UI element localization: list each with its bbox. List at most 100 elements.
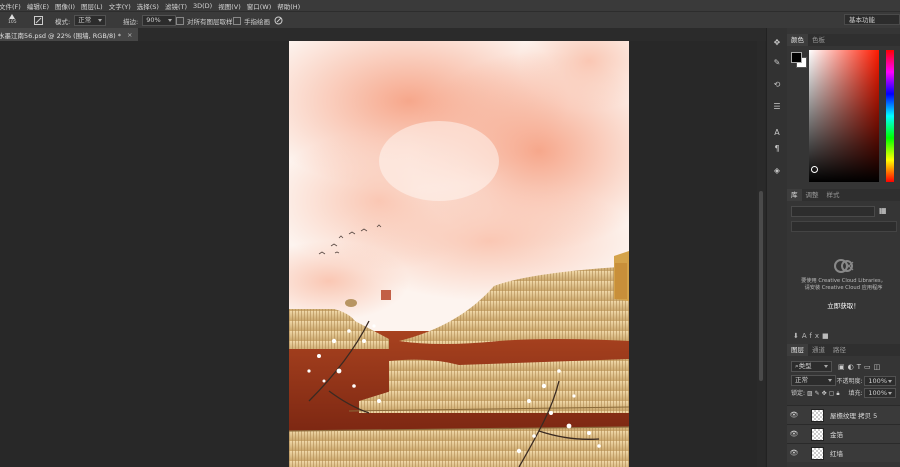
type-icon[interactable]: A	[771, 128, 783, 138]
document-tab-bar: 水墨江南56.psd @ 22% (围墙, RGB/8) * ×	[0, 28, 900, 41]
eye-icon[interactable]: 👁︎	[787, 449, 801, 457]
foreground-color-swatch[interactable]	[791, 52, 802, 63]
menu-window[interactable]: 窗口(W)	[245, 1, 272, 11]
menu-filter[interactable]: 滤镜(T)	[163, 1, 187, 11]
shape-filter-icon[interactable]: ▭	[864, 363, 874, 371]
menu-layer[interactable]: 图层(L)	[79, 1, 103, 11]
menu-select[interactable]: 选择(S)	[135, 1, 159, 11]
history-icon[interactable]: ⟲	[771, 80, 783, 90]
menu-bar: 文件(F) 编辑(E) 图像(I) 图层(L) 文字(Y) 选择(S) 滤镜(T…	[0, 0, 900, 11]
artwork	[289, 41, 629, 467]
grid-view-icon[interactable]: ▦	[879, 206, 888, 215]
libraries-message-line2: 请安装 Creative Cloud 应用程序	[804, 285, 883, 291]
libraries-panel-tabs: 库 调整 样式	[787, 189, 900, 201]
strength-input[interactable]: 90%	[142, 15, 176, 26]
opacity-input[interactable]: 100%	[864, 375, 896, 386]
creative-cloud-icon	[834, 259, 854, 273]
scroll-thumb[interactable]	[759, 191, 763, 381]
fill-label: 填充:	[848, 390, 863, 397]
menu-view[interactable]: 视图(V)	[216, 1, 241, 11]
document-title: 水墨江南56.psd @ 22% (围墙, RGB/8) *	[0, 31, 121, 40]
layer-thumbnail	[811, 427, 824, 441]
brush-settings-button[interactable]	[34, 15, 43, 26]
layer-filter-kind[interactable]: ⌕类型	[791, 361, 832, 372]
layer-name: 金箔	[830, 431, 843, 439]
library-search-input[interactable]	[791, 221, 897, 232]
layer-row[interactable]: 👁︎ 红墙	[787, 443, 900, 462]
layer-row[interactable]: 👁︎ 屋檐纹理 拷贝 5	[787, 405, 900, 424]
tool-preset-picker[interactable]: 105	[8, 13, 17, 26]
eye-icon[interactable]: 👁︎	[787, 430, 801, 438]
canvas-scrollbar[interactable]	[757, 41, 765, 467]
finger-paint-checkbox-box[interactable]	[233, 16, 241, 25]
tab-channels[interactable]: 通道	[808, 344, 829, 356]
opacity-label: 不透明度:	[836, 377, 863, 385]
image-filter-icon[interactable]: ▣	[838, 363, 848, 371]
libraries-message-line1: 要使用 Creative Cloud Libraries，	[801, 278, 886, 284]
menu-image[interactable]: 图像(I)	[53, 1, 75, 11]
tab-styles[interactable]: 样式	[823, 189, 844, 201]
layer-name: 屋檐纹理 拷贝 5	[830, 412, 878, 420]
mode-dropdown[interactable]: 正常	[74, 15, 107, 26]
tab-libraries[interactable]: 库	[787, 189, 802, 201]
get-it-now-link[interactable]: 立即获取！	[787, 300, 900, 310]
lock-label: 锁定:	[791, 390, 806, 397]
move-icon[interactable]: ✥	[771, 38, 783, 48]
eye-icon[interactable]: 👁︎	[787, 411, 801, 419]
menu-type[interactable]: 文字(Y)	[107, 1, 131, 11]
document-tab[interactable]: 水墨江南56.psd @ 22% (围墙, RGB/8) * ×	[0, 28, 139, 41]
layer-row[interactable]: 👁︎ 金箔	[787, 424, 900, 443]
adjust-icon[interactable]: ☰	[771, 102, 783, 112]
sample-all-checkbox-box[interactable]	[176, 16, 184, 25]
tab-swatches[interactable]: 色板	[808, 34, 829, 46]
finger-paint-label: 手指绘画	[244, 17, 270, 26]
workspace-switcher[interactable]: 基本功能	[844, 14, 900, 25]
layer-filter: ⌕类型 ▣◐T▭◫	[791, 361, 883, 372]
layer-thumbnail	[811, 408, 824, 422]
menu-3d[interactable]: 3D(D)	[191, 2, 212, 10]
tool-size: 105	[8, 20, 17, 25]
paragraph-icon[interactable]: ¶	[771, 144, 783, 154]
pressure-pen-icon	[274, 16, 283, 25]
close-icon[interactable]: ×	[127, 31, 132, 39]
layer-thumbnail	[811, 446, 824, 460]
mode-label: 模式:	[55, 17, 71, 26]
lock-pixels-icon[interactable]: ✎	[815, 390, 822, 397]
sample-all-label: 对所有图层取样	[187, 17, 233, 26]
tab-layers[interactable]: 图层	[787, 344, 808, 356]
pressure-button[interactable]	[274, 15, 283, 26]
swatch-icon[interactable]: ■	[822, 332, 832, 340]
lock-position-icon[interactable]: ✥	[822, 390, 829, 397]
fx-icon[interactable]: fx	[809, 332, 822, 340]
hue-slider[interactable]	[886, 50, 894, 182]
blend-mode-dropdown[interactable]: 正常	[791, 375, 836, 386]
fill-input[interactable]: 100%	[864, 388, 896, 398]
right-panel-dock: 颜色 色板 库 调整 样式 ▦ 要使用 Creative Cloud Libra…	[787, 28, 900, 467]
document-canvas[interactable]	[289, 41, 629, 467]
menu-edit[interactable]: 编辑(E)	[25, 1, 49, 11]
menu-file[interactable]: 文件(F)	[0, 1, 21, 11]
brush-icon[interactable]: ✎	[771, 58, 783, 68]
layer-name: 红墙	[830, 450, 843, 458]
sample-all-layers-checkbox[interactable]: 对所有图层取样	[176, 15, 233, 26]
tab-paths[interactable]: 路径	[829, 344, 850, 356]
brush-panel-icon	[34, 16, 43, 25]
finger-paint-checkbox[interactable]: 手指绘画	[233, 15, 270, 26]
tab-adjustments[interactable]: 调整	[802, 189, 823, 201]
color-field[interactable]	[809, 50, 879, 182]
adjust-filter-icon[interactable]: ◐	[848, 363, 857, 371]
smudge-icon	[9, 14, 16, 19]
lock-all-icon[interactable]: 🔒︎	[836, 390, 841, 397]
strength-label: 描边:	[123, 17, 139, 26]
3d-icon[interactable]: ◈	[771, 166, 783, 176]
layer-filter-icons: ▣◐T▭◫	[838, 363, 883, 371]
add-library-icon[interactable]: ⬇	[793, 332, 802, 340]
smart-filter-icon[interactable]: ◫	[874, 363, 884, 371]
type-filter-icon[interactable]: T	[857, 363, 864, 371]
color-picker-marker[interactable]	[811, 166, 818, 173]
library-dropdown[interactable]	[791, 206, 875, 217]
panel-icon-strip: ✥ ✎ ⟲ ☰ A ¶ ◈	[766, 28, 787, 467]
menu-help[interactable]: 帮助(H)	[275, 1, 300, 11]
tab-color[interactable]: 颜色	[787, 34, 808, 46]
lock-transparent-icon[interactable]: ▨	[807, 390, 815, 397]
